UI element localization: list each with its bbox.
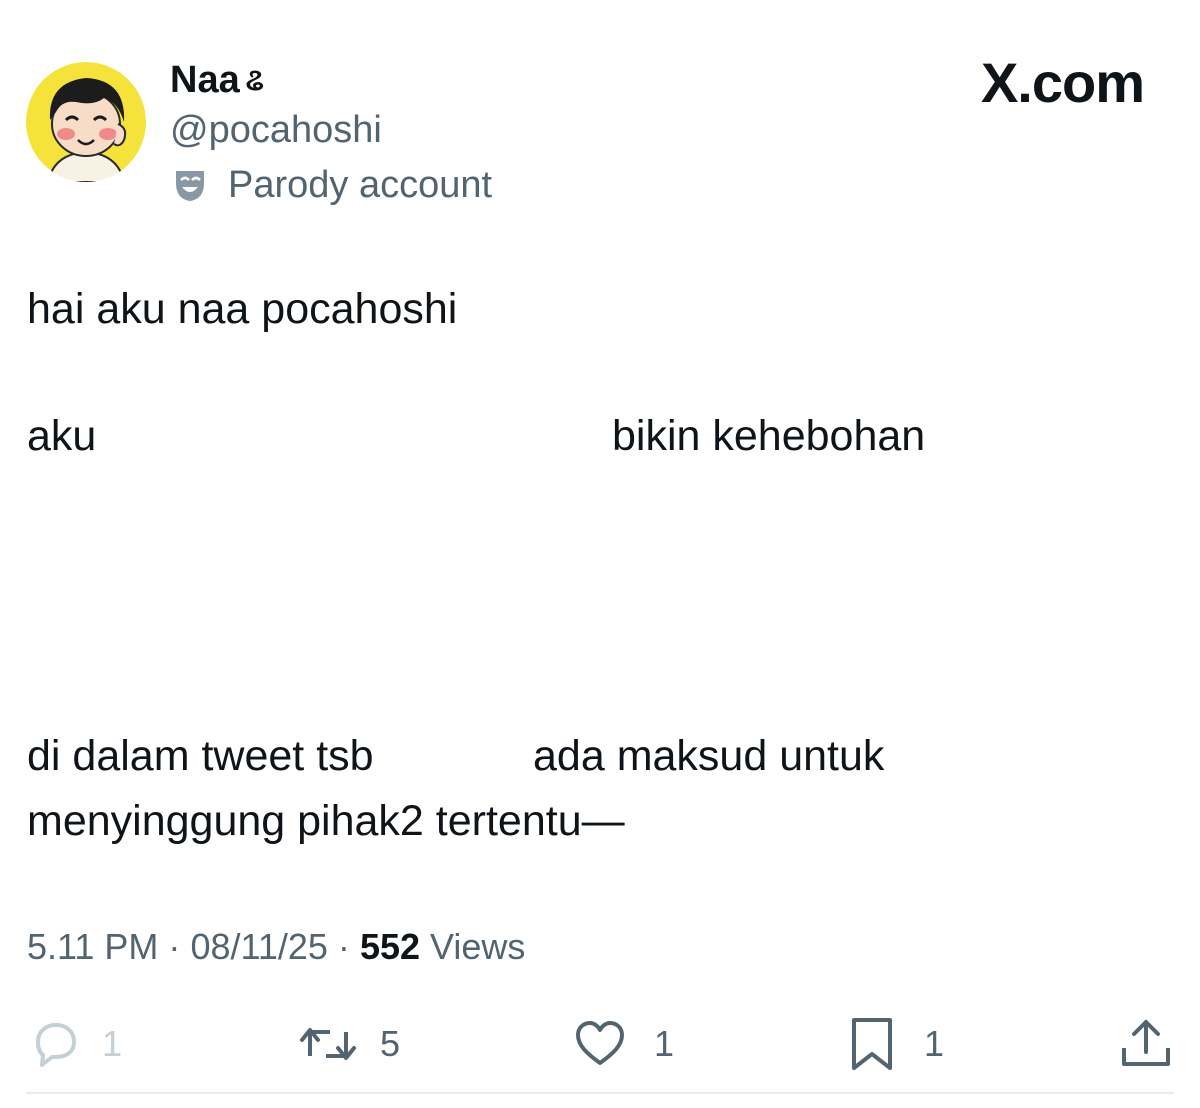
tweet-text-line-2-left: aku: [27, 412, 97, 460]
tweet-text-line-3-right: ada maksud untuk: [533, 732, 885, 780]
tweet-date[interactable]: 08/11/25: [190, 926, 327, 967]
repost-icon: [300, 1028, 356, 1060]
name-glyph: ଌ: [245, 64, 264, 97]
avatar-illustration: [26, 62, 146, 182]
tweet-text-line-3-left: di dalam tweet tsb: [27, 732, 374, 780]
like-count: 1: [654, 1023, 675, 1064]
user-handle[interactable]: @pocahoshi: [170, 108, 382, 152]
tweet-text-line-2-right: bikin kehebohan: [612, 412, 926, 460]
bookmark-count: 1: [924, 1023, 945, 1064]
reply-button[interactable]: 1: [28, 1016, 122, 1072]
divider: [26, 1092, 1174, 1094]
meta-separator: ·: [337, 926, 350, 967]
share-icon: [1122, 1020, 1170, 1066]
tweet-text-line-1: hai aku naa pocahoshi: [27, 285, 458, 333]
views-label: Views: [430, 926, 526, 967]
tweet-meta: 5.11 PM · 08/11/25 · 552 Views: [27, 925, 525, 969]
display-name[interactable]: Naa ଌ: [170, 58, 264, 103]
reply-count: 1: [102, 1023, 123, 1064]
parody-badge: Parody account: [172, 163, 492, 207]
repost-count: 5: [380, 1023, 401, 1064]
reply-icon: [36, 1023, 76, 1067]
like-button[interactable]: 1: [572, 1016, 674, 1072]
views-count: 552: [359, 926, 421, 967]
heart-icon: [576, 1021, 624, 1065]
tweet-text-line-4: menyinggung pihak2 tertentu—: [27, 797, 625, 845]
bookmark-icon: [852, 1018, 892, 1070]
bookmark-button[interactable]: 1: [846, 1016, 944, 1072]
repost-button[interactable]: 5: [296, 1016, 400, 1072]
tweet-time[interactable]: 5.11 PM: [27, 926, 158, 967]
share-button[interactable]: [1118, 1016, 1174, 1072]
brand-logo: X.com: [980, 51, 1145, 114]
parody-badge-label: Parody account: [228, 163, 493, 206]
avatar[interactable]: [26, 62, 146, 182]
display-name-text: Naa: [170, 59, 240, 101]
theater-mask-icon: [176, 171, 204, 201]
meta-separator: ·: [168, 926, 181, 967]
